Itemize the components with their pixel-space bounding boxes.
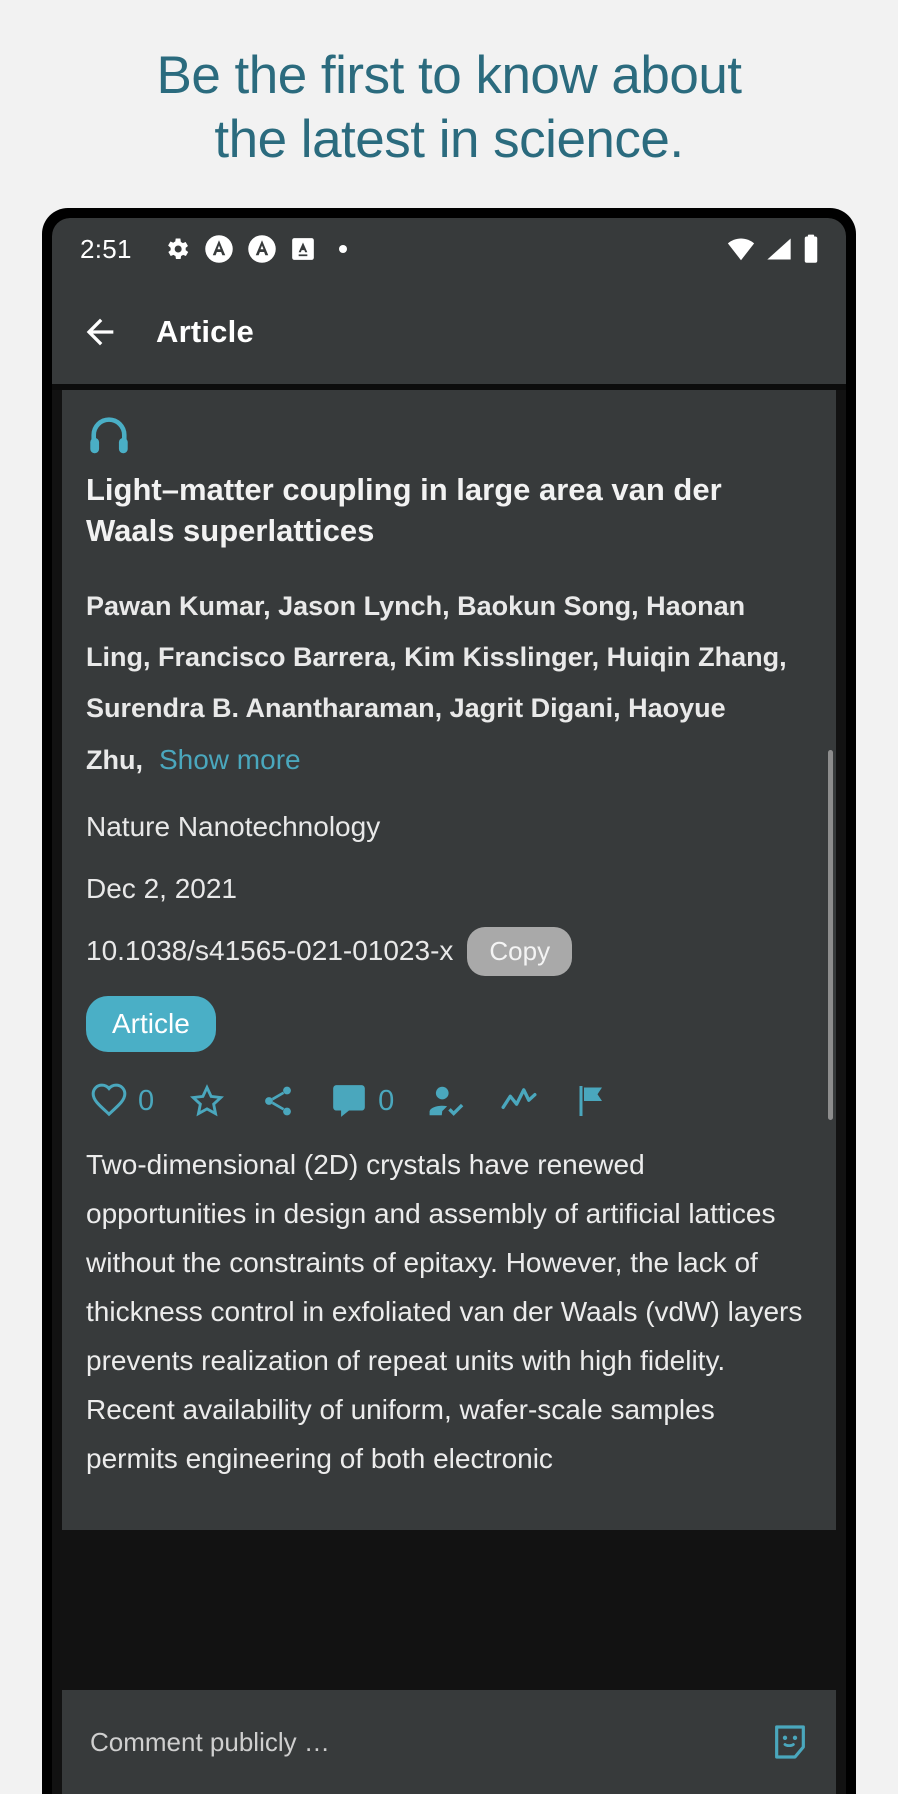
phone-frame: 2:51 Article Light–matter coupling in la…	[42, 208, 856, 1794]
article-action-bar: 0 0	[86, 1082, 812, 1120]
comment-button[interactable]: 0	[330, 1082, 394, 1120]
status-bar-left: 2:51	[80, 234, 726, 265]
follow-author-button[interactable]	[428, 1082, 466, 1120]
status-bar-right	[726, 234, 820, 264]
sticker-emoji-icon[interactable]	[770, 1722, 810, 1762]
bookmark-button[interactable]	[188, 1082, 226, 1120]
flag-icon	[572, 1082, 608, 1120]
status-bar: 2:51	[52, 218, 846, 280]
person-check-icon	[428, 1082, 466, 1120]
app-square-a-icon	[290, 236, 316, 262]
phone-screen: 2:51 Article Light–matter coupling in la…	[52, 218, 846, 1794]
comment-count: 0	[378, 1084, 395, 1117]
copy-doi-button[interactable]: Copy	[467, 926, 573, 976]
phone-mockup-area: 2:51 Article Light–matter coupling in la…	[0, 208, 898, 1794]
app-badge-a-icon	[247, 234, 277, 264]
wifi-icon	[726, 236, 756, 262]
app-bar: Article	[52, 280, 846, 384]
article-authors: Pawan Kumar, Jason Lynch, Baokun Song, H…	[86, 581, 812, 786]
page-title: Article	[156, 314, 254, 349]
share-button[interactable]	[260, 1083, 296, 1119]
cellular-signal-icon	[765, 236, 793, 262]
article-date: Dec 2, 2021	[86, 873, 237, 904]
article-title: Light–matter coupling in large area van …	[86, 472, 722, 548]
article-doi-row: 10.1038/s41565-021-01023-x Copy	[86, 920, 812, 982]
like-button[interactable]: 0	[90, 1082, 154, 1120]
article-doi: 10.1038/s41565-021-01023-x	[86, 935, 454, 966]
stats-button[interactable]	[500, 1084, 538, 1118]
article-journal: Nature Nanotechnology	[86, 811, 381, 842]
scrollbar-thumb[interactable]	[828, 750, 833, 1120]
like-count: 0	[138, 1084, 155, 1117]
promo-headline-line1: Be the first to know about	[156, 46, 742, 105]
comment-bar	[62, 1690, 836, 1794]
status-bar-clock: 2:51	[80, 233, 132, 264]
share-icon	[260, 1083, 296, 1119]
heart-icon	[90, 1082, 128, 1120]
comment-bubble-icon	[330, 1082, 368, 1120]
promo-headline-line2: the latest in science.	[214, 110, 684, 169]
battery-icon	[802, 234, 820, 264]
star-icon	[188, 1082, 226, 1120]
app-badge-a-icon	[204, 234, 234, 264]
article-type-chip[interactable]: Article	[86, 996, 216, 1052]
article-abstract: Two-dimensional (2D) crystals have renew…	[86, 1149, 803, 1474]
headphones-icon[interactable]	[86, 412, 812, 459]
back-arrow-icon[interactable]	[80, 312, 120, 352]
trend-line-icon	[500, 1084, 538, 1118]
flag-button[interactable]	[572, 1082, 608, 1120]
comment-input[interactable]	[90, 1726, 758, 1758]
dot-icon	[338, 245, 347, 253]
promo-banner: Be the first to know about the latest in…	[0, 0, 898, 208]
article-card: Light–matter coupling in large area van …	[62, 390, 836, 1530]
show-more-link[interactable]: Show more	[159, 744, 301, 775]
gear-icon	[163, 235, 191, 263]
